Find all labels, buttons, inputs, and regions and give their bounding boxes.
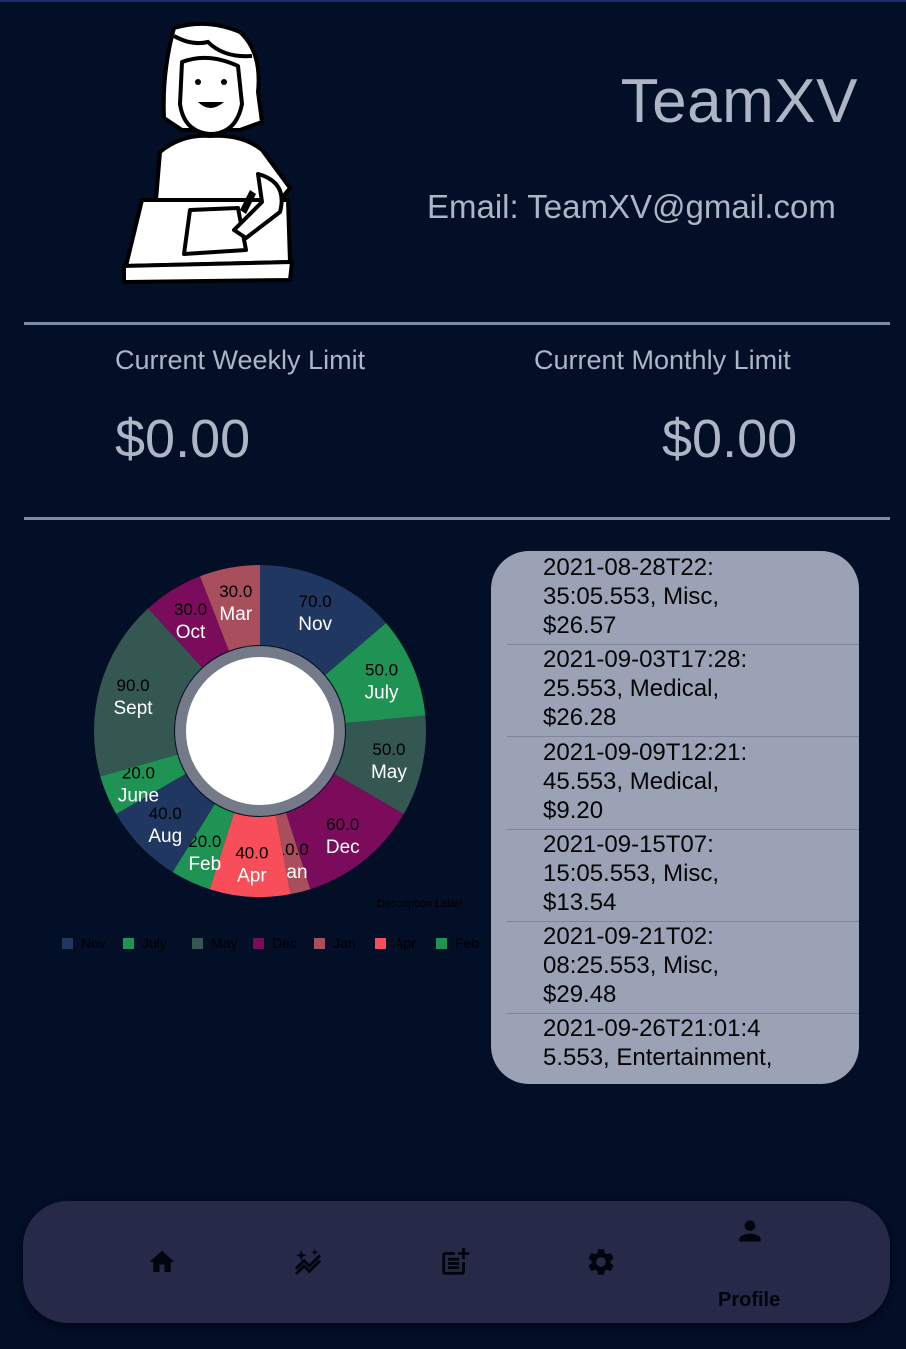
legend-label: Nov (81, 935, 106, 951)
pie-category-label: Dec (326, 837, 360, 858)
transaction-line: $26.28 (543, 704, 617, 731)
monthly-limit-value: $0.00 (662, 409, 798, 469)
legend-label: Jan (333, 935, 356, 951)
expense-pie-chart[interactable]: 70.0 Nov 50.0 July 50.0 May 60.0 Dec 10.0 Jan 40.0… (40, 545, 480, 965)
pie-value-label: 50.0 (365, 661, 398, 680)
transaction-line: 5.553, Entertainment, (543, 1044, 773, 1071)
transaction-line: $26.57 (543, 612, 617, 639)
nav-profile-label: Profile (718, 1289, 781, 1311)
nav-home[interactable] (113, 1201, 213, 1323)
pie-value-label: 50.0 (372, 740, 405, 759)
transaction-line: $9.20 (543, 797, 604, 824)
chart-description-label: Description Label (377, 898, 462, 910)
monthly-limit-label: Current Monthly Limit (534, 345, 791, 375)
bottom-navigation: Profile (23, 1201, 890, 1323)
weekly-limit-value: $0.00 (115, 409, 251, 469)
pie-value-label: 70.0 (299, 592, 332, 611)
legend-swatch (375, 938, 386, 949)
transaction-line: 2021-09-26T21:01:4 (543, 1015, 761, 1042)
transaction-item[interactable]: 2021-09-09T12:21: 45.553, Medical, $9.20 (507, 738, 859, 830)
transaction-item[interactable]: 2021-08-28T22: 35:05.553, Misc, $26.57 (507, 553, 859, 645)
legend-label: May (211, 935, 237, 951)
transaction-line: 2021-08-28T22: (543, 554, 714, 581)
pie-center-hole (186, 657, 334, 805)
pie-value-label: 90.0 (116, 676, 149, 695)
home-icon (149, 1250, 175, 1272)
pie-category-label: Oct (176, 622, 206, 643)
person-icon (739, 1220, 761, 1242)
legend-label: Dec (272, 935, 297, 951)
pie-category-label: Apr (237, 866, 267, 887)
transaction-item[interactable]: 2021-09-15T07: 15:05.553, Misc, $13.54 (507, 830, 859, 922)
transactions-list[interactable]: 2021-08-28T22: 35:05.553, Misc, $26.57 2021… (491, 551, 859, 1084)
profile-email: Email: TeamXV@gmail.com (427, 188, 836, 225)
profile-name: TeamXV (620, 67, 858, 136)
transaction-line: 2021-09-15T07: (543, 831, 714, 858)
transaction-line: 2021-09-21T02: (543, 923, 714, 950)
nav-add-entry[interactable] (405, 1201, 505, 1323)
pie-category-label: Sept (113, 698, 153, 719)
pie-value-label: 40.0 (149, 804, 182, 823)
pie-category-label: July (365, 683, 399, 704)
pie-value-label: 40.0 (235, 844, 268, 863)
legend-swatch (123, 938, 134, 949)
transaction-line: 35:05.553, Misc, (543, 583, 720, 610)
avatar (122, 22, 294, 284)
pie-category-label: June (118, 785, 159, 806)
legend-swatch (192, 938, 203, 949)
pie-value-label: 30.0 (174, 600, 207, 619)
status-line (0, 0, 906, 2)
transaction-line: $13.54 (543, 889, 617, 916)
pie-category-label: Nov (298, 614, 332, 635)
insights-icon (294, 1248, 322, 1276)
nav-insights[interactable] (259, 1201, 359, 1323)
legend-swatch (314, 938, 325, 949)
transaction-line: 08:25.553, Misc, (543, 952, 720, 979)
transaction-line: 25.553, Medical, (543, 675, 720, 702)
settings-icon (588, 1249, 614, 1275)
legend-label: Apr (394, 935, 416, 951)
transaction-line: 2021-09-03T17:28: (543, 646, 748, 673)
divider-top (24, 322, 890, 325)
legend-swatch (62, 938, 73, 949)
divider-bottom (24, 517, 890, 520)
legend-swatch (253, 938, 264, 949)
legend-swatch (436, 938, 447, 949)
transaction-item[interactable]: 2021-09-21T02: 08:25.553, Misc, $29.48 (507, 922, 859, 1014)
pie-category-label: Mar (219, 604, 252, 625)
nav-profile[interactable]: Profile (697, 1201, 803, 1323)
pie-svg: 70.0Nov50.0July50.0May60.0Dec10.0Jan40.0… (62, 565, 479, 951)
transaction-line: 2021-09-09T12:21: (543, 739, 748, 766)
pie-category-label: Aug (148, 826, 182, 847)
transaction-line: 45.553, Medical, (543, 768, 720, 795)
weekly-limit-label: Current Weekly Limit (115, 345, 366, 375)
pie-value-label: 30.0 (219, 582, 252, 601)
legend-label: Feb (455, 935, 479, 951)
post-add-icon (442, 1247, 470, 1275)
pie-category-label: May (371, 762, 407, 783)
transaction-line: $29.48 (543, 981, 617, 1008)
transaction-item[interactable]: 2021-09-03T17:28: 25.553, Medical, $26.28 (507, 645, 859, 737)
pie-value-label: 60.0 (326, 815, 359, 834)
pie-category-label: Feb (188, 854, 221, 875)
nav-settings[interactable] (551, 1201, 651, 1323)
transaction-item[interactable]: 2021-09-26T21:01:4 5.553, Entertainment, (507, 1014, 859, 1084)
legend-label: July (142, 935, 167, 951)
transaction-line: 15:05.553, Misc, (543, 860, 720, 887)
